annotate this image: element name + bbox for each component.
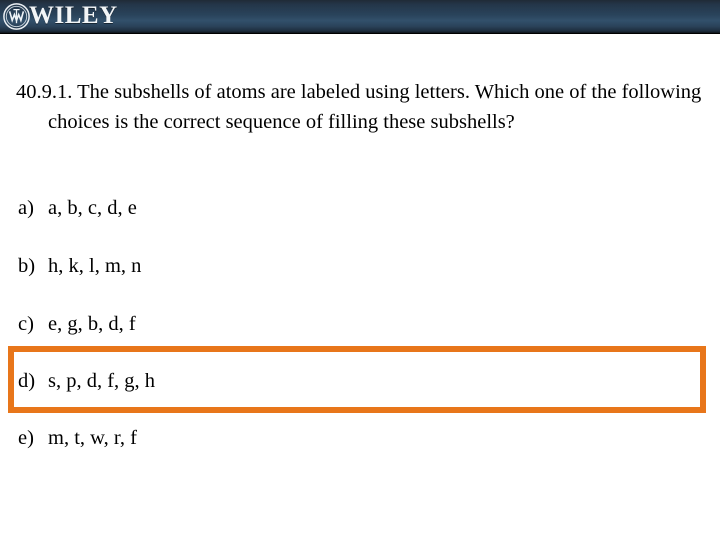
answer-choice-c-label: c) — [18, 313, 34, 335]
answer-choice-e-text: m, t, w, r, f — [48, 427, 137, 449]
slide-content-area: 40.9.1. The subshells of atoms are label… — [0, 34, 720, 540]
answer-choice-c-text: e, g, b, d, f — [48, 313, 136, 335]
question-text: The subshells of atoms are labeled using… — [48, 81, 702, 133]
wiley-logo: WILEY — [2, 1, 118, 32]
brand-header-bar: WILEY — [0, 0, 720, 34]
answer-choice-b[interactable]: b) h, k, l, m, n — [18, 253, 678, 279]
question-block: 40.9.1. The subshells of atoms are label… — [16, 77, 720, 137]
answer-choice-b-label: b) — [18, 255, 36, 277]
answer-choice-a[interactable]: a) a, b, c, d, e — [18, 195, 678, 221]
answer-choice-c[interactable]: c) e, g, b, d, f — [18, 311, 678, 337]
answer-choice-d-text: s, p, d, f, g, h — [48, 370, 156, 392]
answer-choice-d[interactable]: d) s, p, d, f, g, h — [18, 368, 678, 394]
question-number: 40.9.1. — [16, 81, 73, 103]
answer-choice-b-text: h, k, l, m, n — [48, 255, 142, 277]
wiley-circular-monogram-icon — [2, 2, 31, 31]
answer-choice-d-label: d) — [18, 370, 36, 392]
answer-choice-e[interactable]: e) m, t, w, r, f — [18, 425, 678, 451]
answer-choice-e-label: e) — [18, 427, 34, 449]
wiley-wordmark: WILEY — [29, 2, 118, 29]
answer-choice-a-text: a, b, c, d, e — [48, 197, 137, 219]
answer-choice-a-label: a) — [18, 197, 34, 219]
